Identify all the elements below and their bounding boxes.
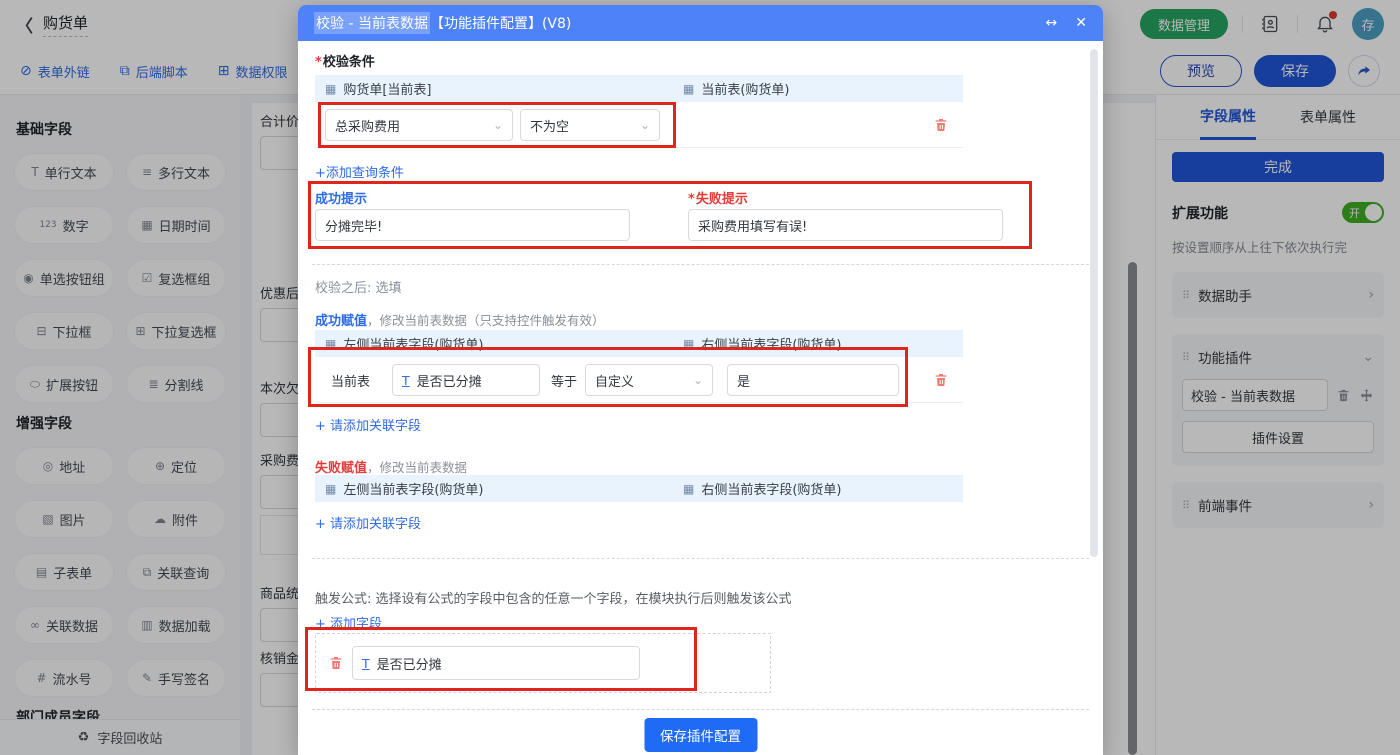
success-tip-label: 成功提示 (315, 188, 367, 207)
formula-description: 触发公式: 选择设有公式的字段中包含的任意一个字段，在模块执行后则触发该公式 (315, 588, 792, 607)
selected-value: 总采购费用 (335, 116, 400, 135)
formula-field-box: T 是否已分摊 (315, 633, 771, 693)
assign-right-header: 右侧当前表字段(购货单) (701, 334, 841, 353)
save-plugin-config-button[interactable]: 保存插件配置 (644, 718, 757, 752)
success-assign-title: 成功赋值，修改当前表数据（只支持控件触发有效） (315, 310, 605, 329)
assign-value-input[interactable]: 是 (727, 364, 899, 396)
fail-assign-title: 失败赋值，修改当前表数据 (315, 457, 467, 476)
add-field-link[interactable]: + 添加字段 (315, 613, 382, 632)
fail-tip-label: 失败提示 (688, 188, 748, 207)
modal-header: 校验 - 当前表数据 【功能插件配置】(V8) ↔ ✕ (298, 5, 1103, 41)
add-condition-link[interactable]: +添加查询条件 (315, 162, 404, 181)
modal-scrollbar[interactable] (1090, 49, 1098, 557)
divider (312, 558, 1089, 559)
assign-field-box[interactable]: T 是否已分摊 (392, 364, 540, 396)
fail-tip-input[interactable]: 采购费用填写有误! (688, 209, 1003, 241)
modal-title-rest: 【功能插件配置】(V8) (430, 13, 571, 33)
divider (312, 709, 1089, 710)
condition-left-header: 购货单[当前表] (343, 79, 431, 98)
current-table-label: 当前表 (331, 371, 370, 390)
text-field-icon: T (362, 656, 370, 671)
fail-assign-desc: ，修改当前表数据 (367, 460, 467, 475)
text-field-icon: T (402, 373, 410, 388)
table-icon: ▦ (325, 82, 336, 96)
table-icon: ▦ (683, 82, 694, 96)
delete-condition-icon[interactable] (933, 117, 949, 133)
condition-operator-select[interactable]: 不为空 ⌄ (520, 109, 660, 141)
selected-value: 自定义 (595, 371, 634, 390)
table-icon: ▦ (683, 337, 694, 351)
input-value: 采购费用填写有误! (698, 216, 807, 235)
divider (312, 264, 1089, 265)
selected-value: 不为空 (530, 116, 569, 135)
add-success-assign-link[interactable]: + 请添加关联字段 (315, 415, 421, 434)
delete-formula-field-icon[interactable] (328, 655, 344, 671)
input-value: 是 (737, 371, 750, 390)
condition-section-label: 校验条件 (315, 51, 375, 70)
modal-title-highlight: 校验 - 当前表数据 (314, 12, 430, 34)
success-assign-table: ▦左侧当前表字段(购货单) ▦右侧当前表字段(购货单) 当前表 T 是否已分摊 … (315, 330, 963, 403)
chevron-down-icon: ⌄ (693, 373, 703, 387)
assign-field-value: 是否已分摊 (417, 371, 482, 390)
condition-table: ▦ 购货单[当前表] ▦ 当前表(购货单) 总采购费用 ⌄ 不为空 ⌄ (315, 75, 963, 148)
table-icon: ▦ (325, 482, 336, 496)
formula-field-input[interactable]: T 是否已分摊 (352, 646, 640, 680)
assign-left-header: 左侧当前表字段(购货单) (343, 479, 483, 498)
expand-icon[interactable]: ↔ (1046, 15, 1058, 31)
chevron-down-icon: ⌄ (640, 118, 650, 132)
delete-assign-icon[interactable] (933, 372, 949, 388)
assign-type-select[interactable]: 自定义 ⌄ (585, 364, 713, 396)
success-assign-label: 成功赋值 (315, 314, 367, 329)
app-root: 〈 购货单 数据管理 存 ⊘ 表单外链 ⧉ 后端脚本 (0, 0, 1400, 755)
table-icon: ▦ (325, 337, 336, 351)
formula-field-value: 是否已分摊 (377, 654, 442, 673)
assign-right-header: 右侧当前表字段(购货单) (701, 479, 841, 498)
success-assign-desc: ，修改当前表数据（只支持控件触发有效） (367, 313, 605, 328)
condition-right-header: 当前表(购货单) (701, 79, 789, 98)
close-icon[interactable]: ✕ (1075, 15, 1087, 31)
after-validation-note: 校验之后: 选填 (315, 277, 402, 296)
fail-assign-table: ▦ 左侧当前表字段(购货单) ▦ 右侧当前表字段(购货单) (315, 475, 963, 502)
table-icon: ▦ (683, 482, 694, 496)
chevron-down-icon: ⌄ (493, 118, 503, 132)
assign-left-header: 左侧当前表字段(购货单) (343, 334, 483, 353)
equals-label: 等于 (551, 371, 577, 390)
fail-assign-label: 失败赋值 (315, 461, 367, 476)
success-tip-input[interactable]: 分摊完毕! (315, 209, 630, 241)
plugin-config-modal: 校验 - 当前表数据 【功能插件配置】(V8) ↔ ✕ 校验条件 ▦ 购货单[当前… (298, 5, 1103, 755)
input-value: 分摊完毕! (325, 216, 382, 235)
add-fail-assign-link[interactable]: + 请添加关联字段 (315, 513, 421, 532)
condition-field-select[interactable]: 总采购费用 ⌄ (325, 109, 513, 141)
